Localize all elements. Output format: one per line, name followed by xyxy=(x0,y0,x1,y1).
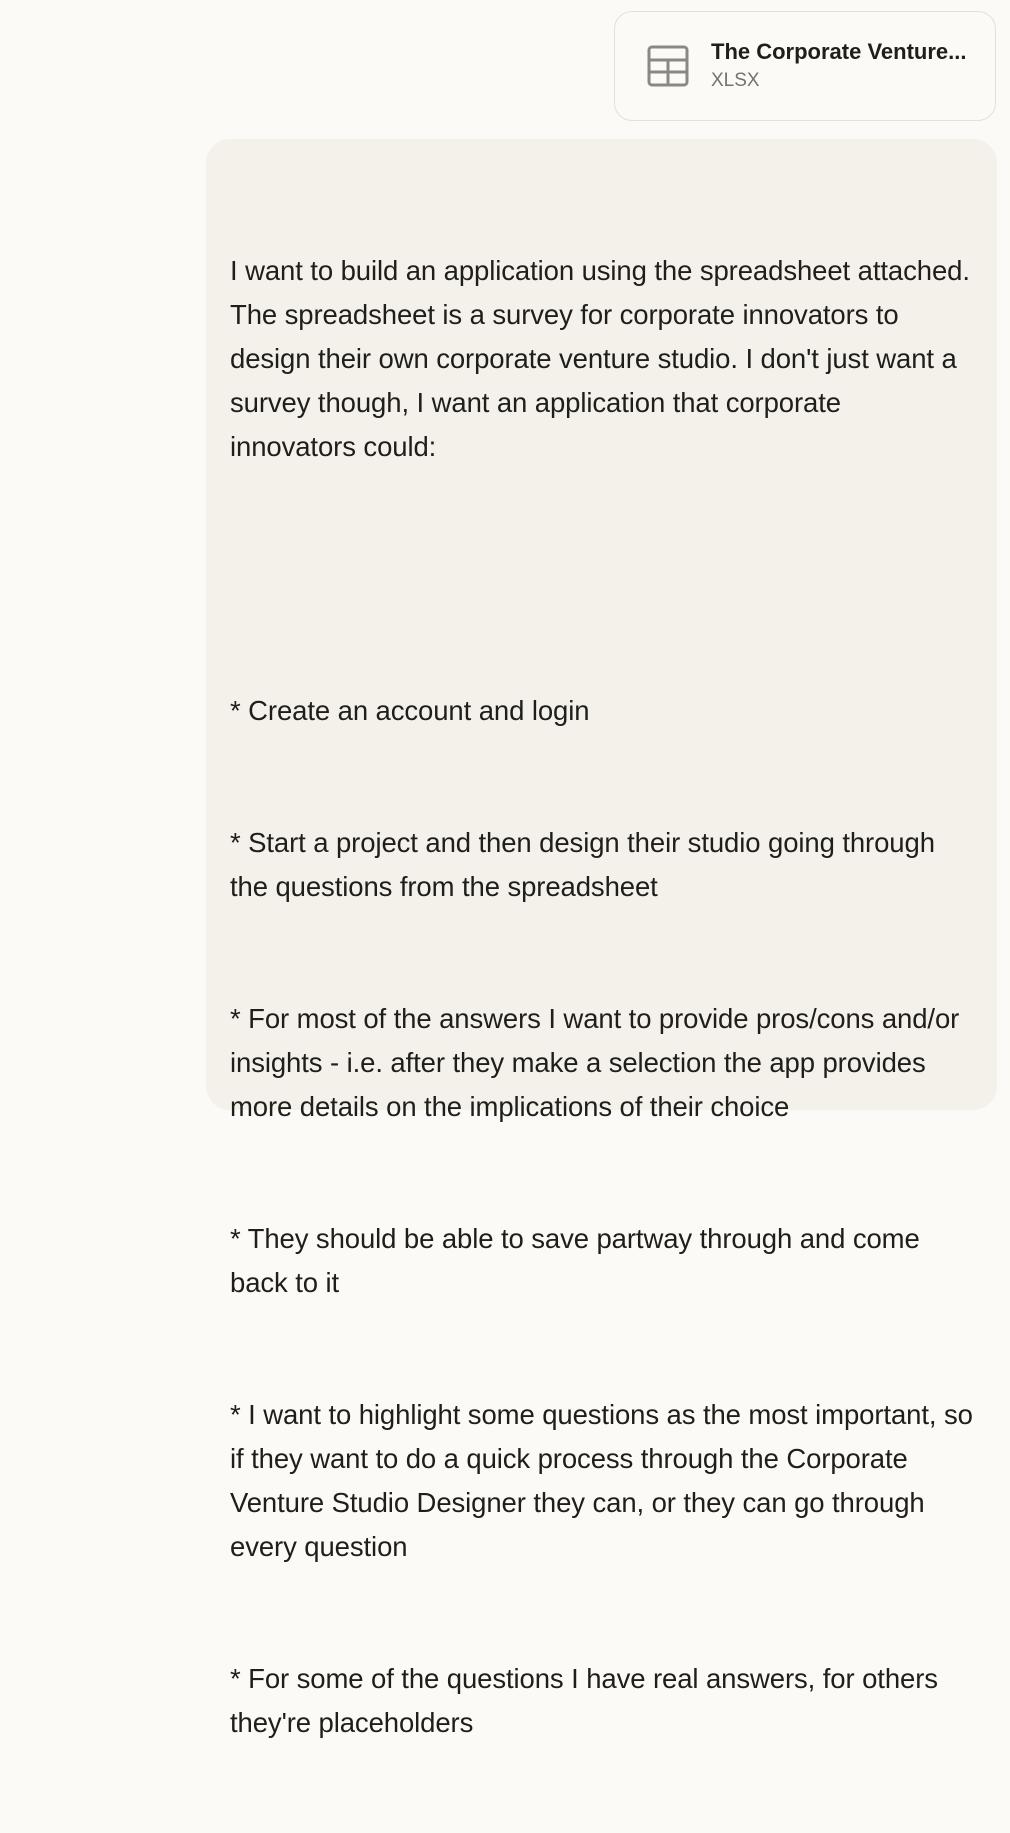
attachment-filename: The Corporate Venture... xyxy=(711,39,967,64)
attachment-meta: The Corporate Venture... XLSX xyxy=(711,38,981,94)
user-message-text: I want to build an application using the… xyxy=(230,161,973,1833)
message-bullet: * Create an account and login xyxy=(230,695,590,726)
message-bullet: * I want to highlight some questions as … xyxy=(230,1399,981,1562)
message-intro: I want to build an application using the… xyxy=(230,255,977,462)
message-bullet: * They should be able to save partway th… xyxy=(230,1223,928,1298)
spreadsheet-table-icon xyxy=(647,45,689,87)
message-bullet: * Start a project and then design their … xyxy=(230,827,943,902)
message-bullet: * For some of the questions I have real … xyxy=(230,1663,946,1738)
user-message-bubble: I want to build an application using the… xyxy=(206,139,997,1738)
attachment-card[interactable]: The Corporate Venture... XLSX xyxy=(614,11,996,121)
message-bullet: * For most of the answers I want to prov… xyxy=(230,1003,967,1122)
attachment-filetype: XLSX xyxy=(711,70,760,91)
